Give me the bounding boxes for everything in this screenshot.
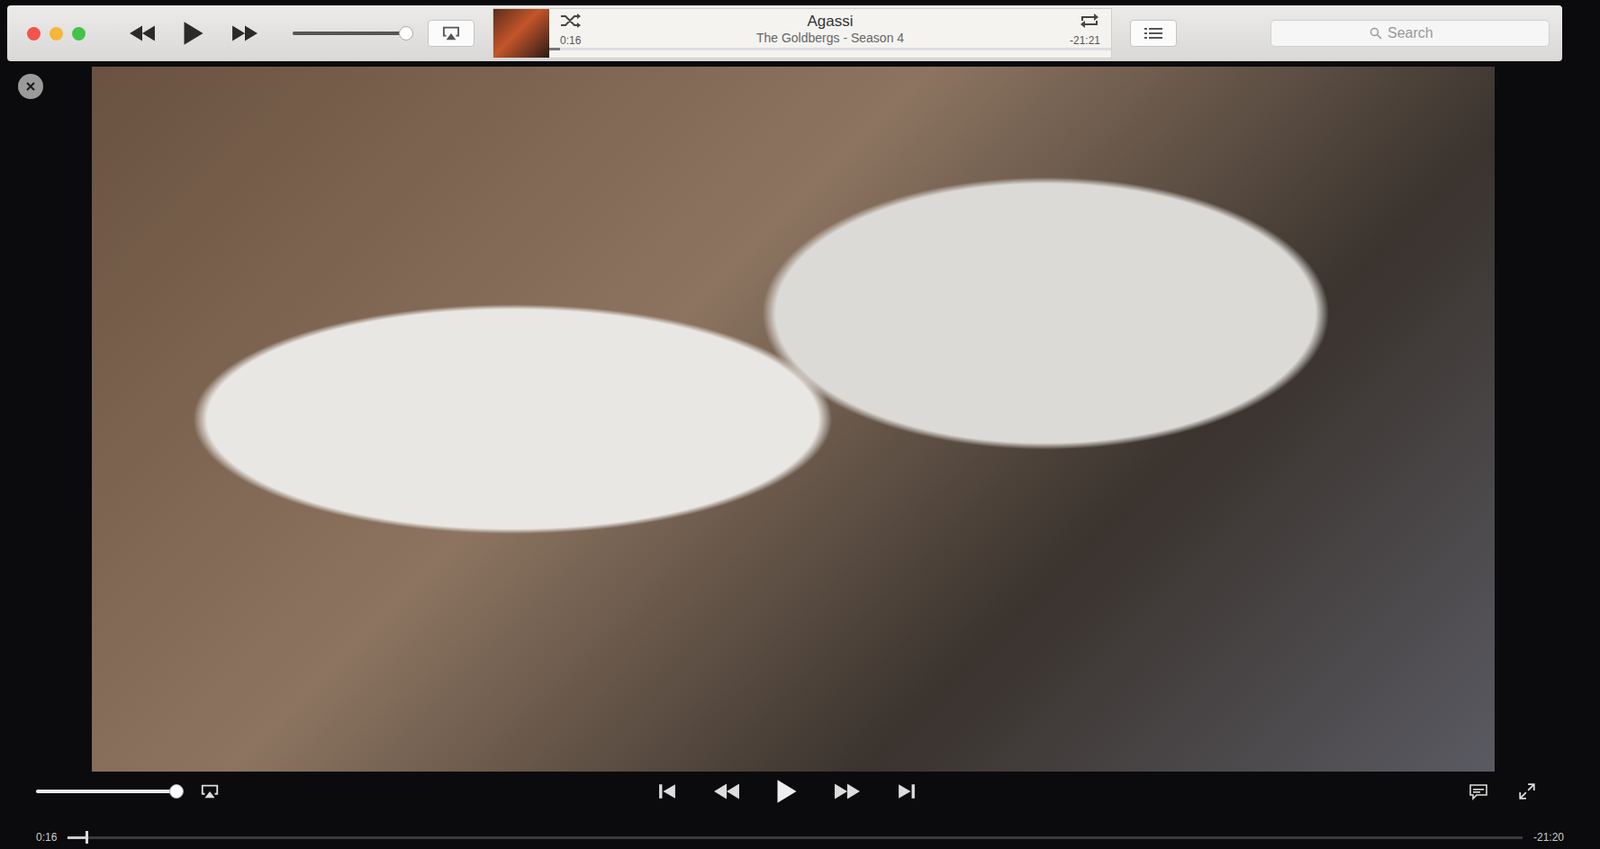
close-window-button[interactable]	[27, 27, 41, 41]
video-controls: 0:16 -21:20	[0, 771, 1600, 849]
video-stage	[0, 61, 1600, 772]
now-playing-display: AgassiThe Goldbergs - Season 4 0:16 -21:21	[492, 8, 1112, 59]
previous-chapter-icon[interactable]	[657, 782, 678, 801]
repeat-icon[interactable]	[1078, 12, 1101, 29]
list-icon	[1143, 26, 1164, 41]
play-icon[interactable]	[776, 778, 798, 805]
search-field[interactable]	[1270, 19, 1550, 47]
video-volume-slider[interactable]	[36, 789, 177, 794]
video-volume-knob[interactable]	[169, 784, 184, 799]
volume-knob[interactable]	[398, 26, 414, 41]
track-progress-fill	[549, 47, 561, 51]
fast-forward-icon[interactable]	[231, 24, 259, 43]
search-input[interactable]	[1387, 23, 1451, 44]
close-video-button[interactable]	[18, 73, 44, 100]
fullscreen-icon[interactable]	[1517, 782, 1537, 801]
transport-controls	[128, 20, 259, 46]
volume-slider[interactable]	[292, 31, 410, 36]
next-chapter-icon[interactable]	[896, 782, 917, 801]
rewind-icon[interactable]	[713, 782, 741, 801]
airplay-icon[interactable]	[199, 782, 220, 801]
track-title: Agassi	[806, 12, 853, 31]
volume-fill	[292, 31, 407, 36]
remaining-time: -21:21	[1069, 34, 1101, 47]
airplay-icon	[441, 25, 462, 42]
elapsed-time: 0:16	[560, 34, 581, 47]
itunes-toolbar: AgassiThe Goldbergs - Season 4 0:16 -21:21	[7, 5, 1563, 62]
close-icon	[25, 81, 37, 92]
video-progress[interactable]	[67, 836, 1523, 840]
up-next-button[interactable]	[1129, 19, 1177, 47]
zoom-window-button[interactable]	[72, 27, 86, 41]
rewind-icon[interactable]	[128, 24, 156, 43]
playhead[interactable]	[85, 831, 89, 844]
video-frame	[91, 66, 1495, 772]
minimize-window-button[interactable]	[49, 27, 64, 41]
screen: AgassiThe Goldbergs - Season 4 0:16 -21:21…	[0, 0, 1600, 849]
fast-forward-icon[interactable]	[833, 782, 861, 801]
track-subtitle: The Goldbergs - Season 4	[756, 30, 904, 46]
airplay-button[interactable]	[427, 19, 475, 47]
video-volume-fill	[36, 789, 177, 794]
remaining-time: -21:20	[1533, 831, 1564, 844]
window-controls	[27, 27, 86, 41]
magnifier-icon	[1369, 27, 1383, 40]
album-artwork	[493, 9, 550, 58]
play-icon[interactable]	[182, 20, 205, 46]
track-progress[interactable]	[549, 47, 1112, 51]
video-progress-fill	[67, 836, 87, 840]
shuffle-icon[interactable]	[560, 12, 582, 29]
subtitles-icon[interactable]	[1468, 782, 1489, 801]
elapsed-time: 0:16	[36, 831, 57, 844]
